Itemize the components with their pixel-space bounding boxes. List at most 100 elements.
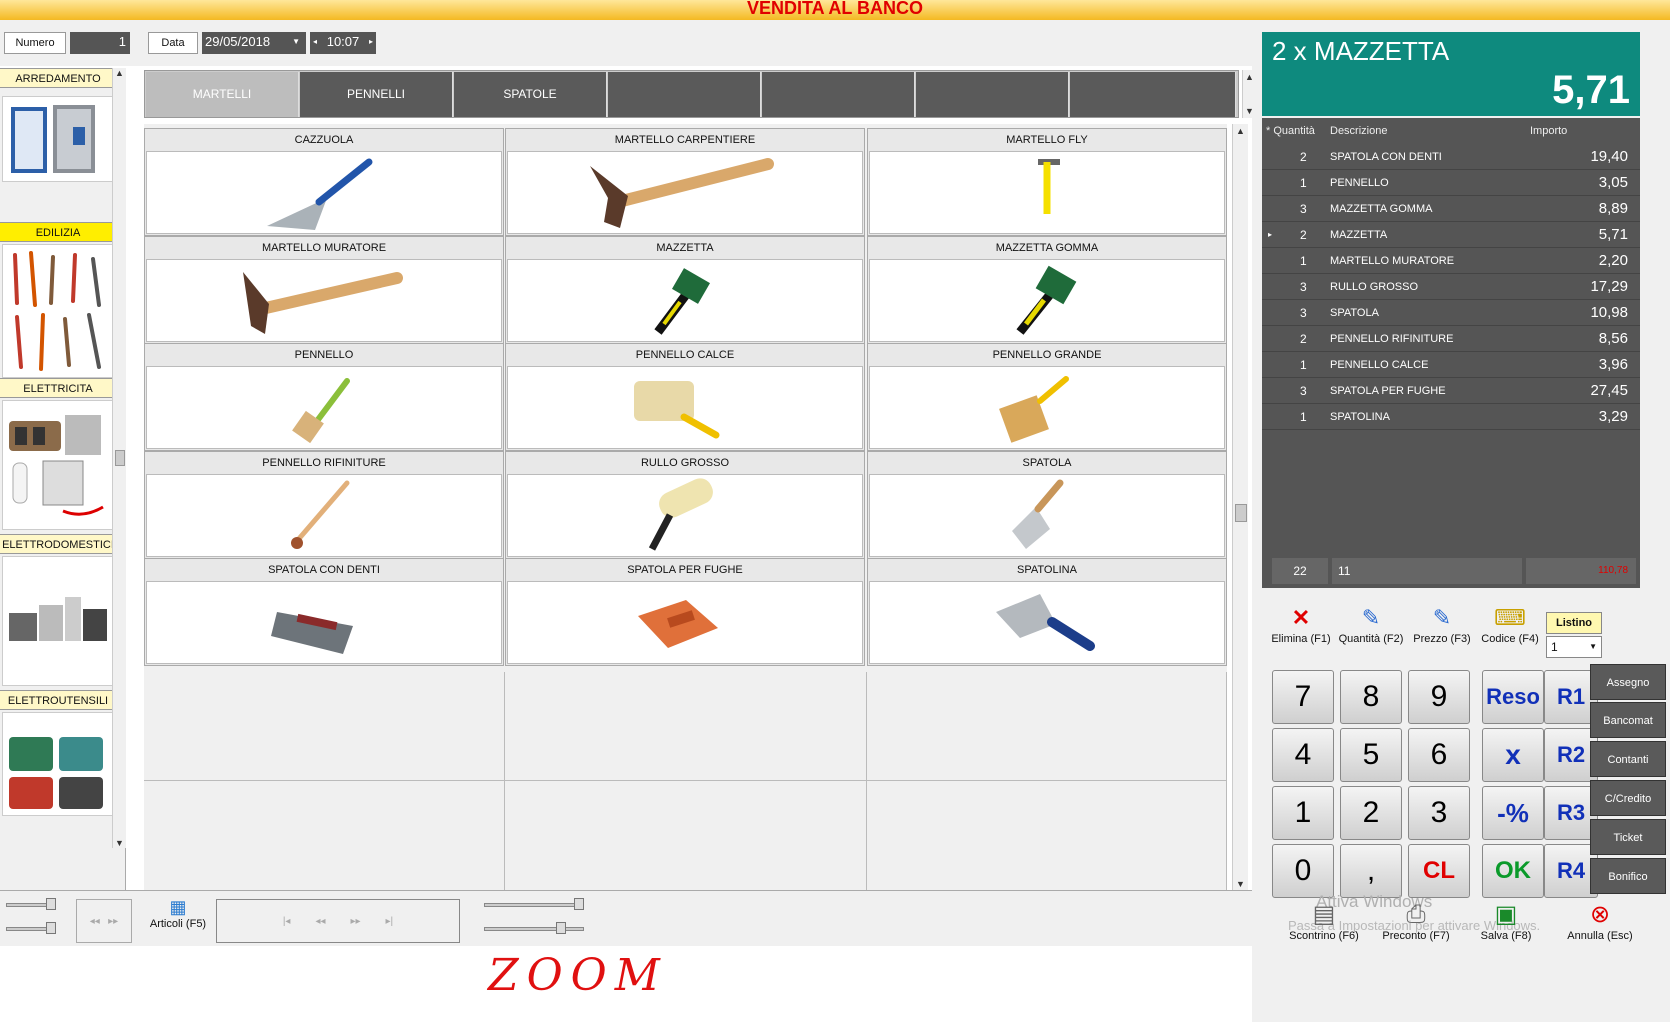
tab-empty[interactable] xyxy=(608,72,761,117)
ticket-button[interactable]: Ticket xyxy=(1590,819,1666,855)
product-martello-muratore[interactable]: MARTELLO MURATORE xyxy=(144,236,504,344)
category-elettricita[interactable]: ELETTRICITA xyxy=(0,378,116,398)
chevron-right-icon[interactable]: ▸ xyxy=(369,32,373,52)
tab-empty[interactable] xyxy=(762,72,915,117)
elimina-button[interactable]: ✕ Elimina (F1) xyxy=(1268,603,1334,645)
table-row[interactable]: 2 PENNELLO RIFINITURE 8,56 xyxy=(1262,326,1640,352)
product-spatola[interactable]: SPATOLA xyxy=(867,451,1227,559)
chevron-left-icon[interactable]: ◂ xyxy=(313,32,317,52)
annulla-button[interactable]: ⊗ Annulla (Esc) xyxy=(1560,900,1640,942)
scroll-up-icon[interactable]: ▲ xyxy=(1233,126,1248,136)
tab-empty[interactable] xyxy=(916,72,1069,117)
product-mazzetta[interactable]: MAZZETTA xyxy=(505,236,865,344)
listino-select[interactable]: 1 ▼ xyxy=(1546,636,1602,658)
salva-button[interactable]: ▣ Salva (F8) xyxy=(1474,900,1538,942)
product-spatola-con-denti[interactable]: SPATOLA CON DENTI xyxy=(144,558,504,666)
contanti-button[interactable]: Contanti xyxy=(1590,741,1666,777)
product-pennello-grande[interactable]: PENNELLO GRANDE xyxy=(867,343,1227,451)
chevron-down-icon[interactable]: ▼ xyxy=(292,32,300,52)
tab-pennelli[interactable]: PENNELLI xyxy=(300,72,453,117)
category-arredamento[interactable]: ARREDAMENTO xyxy=(0,68,116,88)
tab-empty[interactable] xyxy=(1070,72,1236,117)
product-cazzuola[interactable]: CAZZUOLA xyxy=(144,128,504,236)
date-picker[interactable]: 29/05/2018 ▼ xyxy=(202,32,306,54)
category-image-elettricita[interactable] xyxy=(2,400,114,530)
product-martello-fly[interactable]: MARTELLO FLY xyxy=(867,128,1227,236)
ok-button[interactable]: OK xyxy=(1482,844,1544,898)
key-8[interactable]: 8 xyxy=(1340,670,1402,724)
category-image-elettrodomestici[interactable] xyxy=(2,556,114,686)
key-3[interactable]: 3 xyxy=(1408,786,1470,840)
prezzo-button[interactable]: ✎ Prezzo (F3) xyxy=(1410,603,1474,645)
slider-thumb[interactable] xyxy=(556,922,566,934)
multiply-button[interactable]: x xyxy=(1482,728,1544,782)
category-pager[interactable]: ◂◂ ▸▸ xyxy=(76,899,132,943)
table-row[interactable]: 3 SPATOLA PER FUGHE 27,45 xyxy=(1262,378,1640,404)
scroll-up-icon[interactable]: ▲ xyxy=(113,68,126,78)
table-row[interactable]: 1 SPATOLINA 3,29 xyxy=(1262,404,1640,430)
key-7[interactable]: 7 xyxy=(1272,670,1334,724)
key-5[interactable]: 5 xyxy=(1340,728,1402,782)
category-elettrodomestici[interactable]: ELETTRODOMESTICI xyxy=(0,534,116,554)
credito-button[interactable]: C/Credito xyxy=(1590,780,1666,816)
slider-thumb[interactable] xyxy=(574,898,584,910)
tab-martelli[interactable]: MARTELLI xyxy=(146,72,299,117)
scroll-thumb[interactable] xyxy=(115,450,125,466)
category-elettroutensili[interactable]: ELETTROUTENSILI xyxy=(0,690,116,710)
table-row[interactable]: 1 PENNELLO 3,05 xyxy=(1262,170,1640,196)
time-spinner[interactable]: ◂ 10:07 ▸ xyxy=(310,32,376,54)
key-6[interactable]: 6 xyxy=(1408,728,1470,782)
numero-field[interactable]: 1 xyxy=(70,32,130,54)
chevron-down-icon[interactable]: ▼ xyxy=(1589,637,1597,657)
reso-button[interactable]: Reso xyxy=(1482,670,1544,724)
prezzo-label: Prezzo (F3) xyxy=(1413,633,1471,645)
key-0[interactable]: 0 xyxy=(1272,844,1334,898)
codice-button[interactable]: ⌨ Codice (F4) xyxy=(1478,603,1542,645)
product-martello-carpentiere[interactable]: MARTELLO CARPENTIERE xyxy=(505,128,865,236)
quantita-button[interactable]: ✎ Quantità (F2) xyxy=(1336,603,1406,645)
product-rullo-grosso[interactable]: RULLO GROSSO xyxy=(505,451,865,559)
table-row-selected[interactable]: ▸ 2 MAZZETTA 5,71 xyxy=(1262,222,1640,248)
table-row[interactable]: 1 MARTELLO MURATORE 2,20 xyxy=(1262,248,1640,274)
zoom-slider[interactable] xyxy=(484,903,584,907)
tab-spatole[interactable]: SPATOLE xyxy=(454,72,607,117)
product-scrollbar[interactable]: ▲ ▼ xyxy=(1232,124,1248,891)
assegno-button[interactable]: Assegno xyxy=(1590,664,1666,700)
product-spatola-per-fughe[interactable]: SPATOLA PER FUGHE xyxy=(505,558,865,666)
category-image-arredamento[interactable] xyxy=(2,96,114,182)
scroll-thumb[interactable] xyxy=(1235,504,1247,522)
table-row[interactable]: 3 MAZZETTA GOMMA 8,89 xyxy=(1262,196,1640,222)
key-9[interactable]: 9 xyxy=(1408,670,1470,724)
articoli-button[interactable]: ▦ Articoli (F5) xyxy=(148,897,208,943)
key-4[interactable]: 4 xyxy=(1272,728,1334,782)
table-row[interactable]: 3 RULLO GROSSO 17,29 xyxy=(1262,274,1640,300)
preconto-button[interactable]: ⎙ Preconto (F7) xyxy=(1376,900,1456,942)
discount-button[interactable]: -% xyxy=(1482,786,1544,840)
table-row[interactable]: 3 SPATOLA 10,98 xyxy=(1262,300,1640,326)
table-row[interactable]: 1 PENNELLO CALCE 3,96 xyxy=(1262,352,1640,378)
key-comma[interactable]: , xyxy=(1340,844,1402,898)
product-pennello[interactable]: PENNELLO xyxy=(144,343,504,451)
scroll-down-icon[interactable]: ▼ xyxy=(1233,879,1248,889)
scontrino-button[interactable]: ▤ Scontrino (F6) xyxy=(1284,900,1364,942)
table-row[interactable]: 2 SPATOLA CON DENTI 19,40 xyxy=(1262,144,1640,170)
category-image-edilizia[interactable] xyxy=(2,244,114,378)
key-1[interactable]: 1 xyxy=(1272,786,1334,840)
product-pennello-calce[interactable]: PENNELLO CALCE xyxy=(505,343,865,451)
scroll-down-icon[interactable]: ▼ xyxy=(113,838,126,848)
columns-slider[interactable] xyxy=(484,927,584,931)
category-edilizia[interactable]: EDILIZIA xyxy=(0,222,116,242)
bancomat-button[interactable]: Bancomat xyxy=(1590,702,1666,738)
product-pennello-rifiniture[interactable]: PENNELLO RIFINITURE xyxy=(144,451,504,559)
product-pager[interactable]: |◂ ◂◂ ▸▸ ▸| xyxy=(216,899,460,943)
bonifico-button[interactable]: Bonifico xyxy=(1590,858,1666,894)
key-clear[interactable]: CL xyxy=(1408,844,1470,898)
category-image-elettroutensili[interactable] xyxy=(2,712,114,816)
slider-thumb[interactable] xyxy=(46,898,56,910)
product-mazzetta-gomma[interactable]: MAZZETTA GOMMA xyxy=(867,236,1227,344)
category-scrollbar[interactable]: ▲ ▼ xyxy=(112,68,126,848)
product-spatolina[interactable]: SPATOLINA xyxy=(867,558,1227,666)
slider-thumb[interactable] xyxy=(46,922,56,934)
receipt-table[interactable]: * Quantità Descrizione Importo 2 SPATOLA … xyxy=(1262,118,1640,588)
key-2[interactable]: 2 xyxy=(1340,786,1402,840)
